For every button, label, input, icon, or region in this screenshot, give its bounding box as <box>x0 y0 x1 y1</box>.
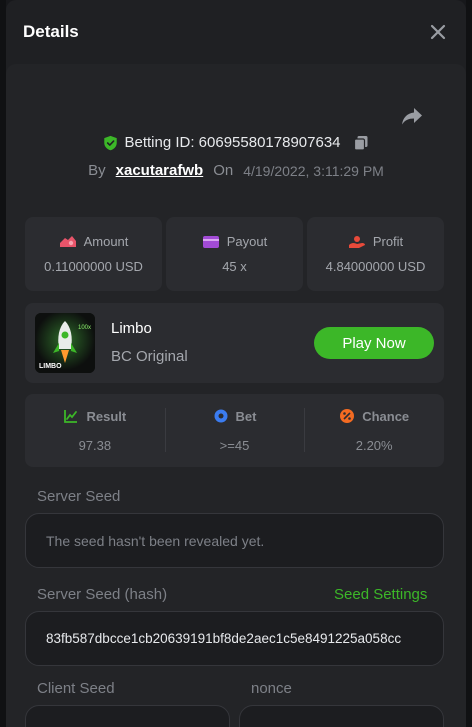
nonce-label: nonce <box>251 680 292 697</box>
rocket-icon: 100x LIMBO <box>35 313 95 373</box>
chance-value: 2.20% <box>355 438 393 453</box>
server-seed-hash-label: Server Seed (hash) <box>37 586 168 603</box>
chance-label: Chance <box>362 408 410 424</box>
copy-icon[interactable] <box>353 135 369 151</box>
stat-profit: Profit 4.84000000 USD <box>307 217 444 291</box>
game-thumbnail: 100x LIMBO <box>35 313 95 373</box>
betting-id-row: Betting ID: 60695580178907634 <box>6 134 466 151</box>
wallet-icon <box>202 235 219 248</box>
stat-label: Profit <box>372 234 404 249</box>
username-link[interactable]: xacutarafwb <box>116 162 204 179</box>
details-modal: Details Betting ID: 60695580178907634 By… <box>6 0 466 727</box>
backdrop <box>466 0 472 727</box>
stat-payout: Payout 45 x <box>166 217 303 291</box>
betting-id: Betting ID: 60695580178907634 <box>124 134 341 151</box>
stat-value: 45 x <box>222 259 247 274</box>
server-seed-field[interactable]: The seed hasn't been revealed yet. <box>25 513 444 568</box>
amount-icon <box>59 235 76 247</box>
server-seed-label: Server Seed <box>37 488 121 505</box>
bet-cell: Bet >=45 <box>164 394 305 467</box>
result-value: 97.38 <box>78 438 112 453</box>
thumbnail-badge: 100x <box>78 325 91 331</box>
profit-hand-icon <box>348 235 365 248</box>
result-chart-icon <box>64 410 78 423</box>
close-icon[interactable] <box>429 23 447 41</box>
details-content: Betting ID: 60695580178907634 By xacutar… <box>6 64 466 727</box>
game-name: Limbo <box>111 320 152 337</box>
stat-amount: Amount 0.11000000 USD <box>25 217 162 291</box>
stat-value: 0.11000000 USD <box>44 259 143 274</box>
stat-value: 4.84000000 USD <box>325 259 426 274</box>
server-seed-hash-field[interactable]: 83fb587dbcce1cb20639191bf8de2aec1c5e8491… <box>25 611 444 666</box>
percent-icon <box>340 409 355 423</box>
nonce-field[interactable] <box>239 705 444 727</box>
client-seed-field[interactable] <box>25 705 230 727</box>
bet-meta-row: By xacutarafwb On 4/19/2022, 3:11:29 PM <box>6 162 466 179</box>
bet-value: >=45 <box>219 438 250 453</box>
chance-cell: Chance 2.20% <box>304 394 444 467</box>
server-seed-value: The seed hasn't been revealed yet. <box>46 532 265 549</box>
game-type: BC Original <box>111 348 188 365</box>
share-icon[interactable] <box>400 104 424 128</box>
bet-date: 4/19/2022, 3:11:29 PM <box>243 162 384 179</box>
seed-settings-link[interactable]: Seed Settings <box>334 586 427 603</box>
bet-coin-icon <box>214 409 228 423</box>
server-seed-hash-value: 83fb587dbcce1cb20639191bf8de2aec1c5e8491… <box>46 631 402 646</box>
game-card: 100x LIMBO Limbo BC Original Play Now <box>25 303 444 383</box>
stat-label: Amount <box>83 234 129 249</box>
result-cell: Result 97.38 <box>25 394 165 467</box>
modal-header: Details <box>6 0 466 64</box>
thumbnail-logo-text: LIMBO <box>39 363 62 370</box>
stat-label: Payout <box>226 234 268 249</box>
result-label: Result <box>86 408 127 424</box>
bet-label: Bet <box>235 408 257 424</box>
bet-results: Result 97.38 Bet >=45 Chance 2.20% <box>25 394 444 467</box>
bet-stats: Amount 0.11000000 USD Payout 45 x Profit… <box>25 217 444 291</box>
play-now-button[interactable]: Play Now <box>314 327 434 359</box>
on-label: On <box>213 162 234 179</box>
client-seed-label: Client Seed <box>37 680 115 697</box>
verified-shield-icon <box>104 135 118 150</box>
modal-title: Details <box>23 22 79 41</box>
by-label: By <box>88 162 106 179</box>
